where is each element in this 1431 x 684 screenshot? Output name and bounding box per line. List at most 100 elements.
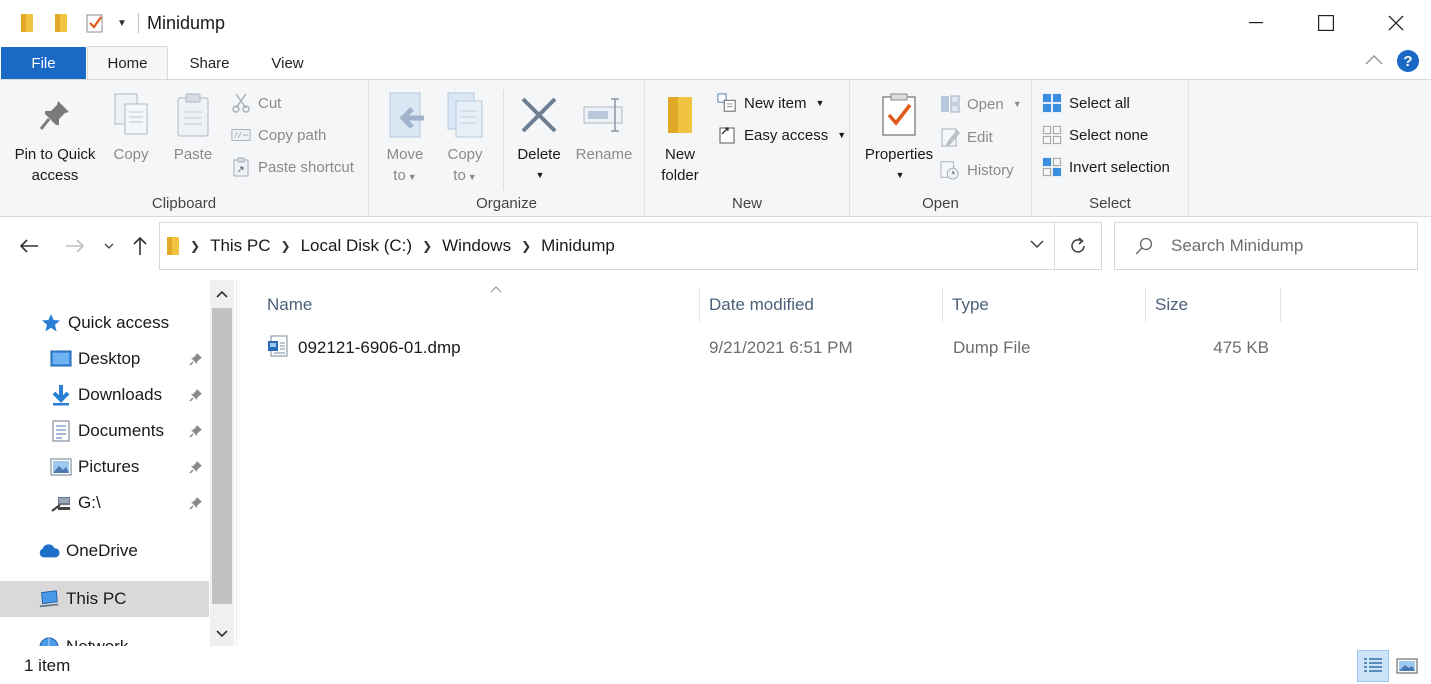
nav-documents[interactable]: Documents <box>0 413 209 449</box>
pin-icon[interactable] <box>189 351 203 371</box>
new-folder-button[interactable]: New folder <box>655 86 705 186</box>
select-all-label: Select all <box>1069 94 1130 112</box>
customize-toolbar-dropdown[interactable]: ▼ <box>112 0 132 46</box>
new-folder-label-1: New <box>664 146 695 163</box>
new-folder-label-2: folder <box>661 167 699 184</box>
nav-onedrive[interactable]: OneDrive <box>0 533 209 569</box>
search-box[interactable]: Search Minidump <box>1114 222 1418 270</box>
up-button[interactable] <box>125 231 155 261</box>
scroll-down-button[interactable] <box>210 622 234 646</box>
network-icon <box>38 636 60 646</box>
cloud-icon <box>38 540 60 562</box>
file-list: Name Date modified Type Size 092121-6906… <box>238 280 1431 646</box>
navigation-bar: ❯ This PC ❯ Local Disk (C:) ❯ Windows ❯ … <box>0 218 1431 278</box>
easy-access-button[interactable]: Easy access ▼ <box>717 123 846 147</box>
forward-button[interactable] <box>60 231 90 261</box>
column-header-date[interactable]: Date modified <box>700 288 943 322</box>
large-icons-view-button[interactable] <box>1391 650 1423 682</box>
organize-group-label: Organize <box>476 195 537 212</box>
pin-icon[interactable] <box>189 423 203 443</box>
edit-button[interactable]: Edit <box>940 125 993 149</box>
chevron-right-icon[interactable]: ❯ <box>186 239 204 253</box>
delete-button[interactable]: Delete ▼ <box>511 86 567 186</box>
refresh-button[interactable] <box>1054 222 1102 270</box>
chevron-right-icon[interactable]: ❯ <box>277 239 295 253</box>
breadcrumb-minidump[interactable]: Minidump <box>535 236 621 256</box>
chevron-down-icon: ▼ <box>535 170 545 180</box>
file-row[interactable]: 092121-6906-01.dmp 9/21/2021 6:51 PM Dum… <box>265 330 1280 366</box>
document-icon <box>50 420 72 442</box>
maximize-button[interactable] <box>1291 0 1361 46</box>
file-type: Dump File <box>953 338 1031 357</box>
tab-share[interactable]: Share <box>168 47 251 80</box>
rename-button[interactable]: Rename <box>572 86 636 165</box>
details-view-button[interactable] <box>1357 650 1389 682</box>
paste-button[interactable]: Paste <box>166 86 220 165</box>
tab-home[interactable]: Home <box>87 46 168 80</box>
pin-icon[interactable] <box>189 387 203 407</box>
new-folder-quick-button[interactable] <box>44 0 78 46</box>
folder-icon <box>10 0 44 46</box>
pin-label-2: access <box>31 167 79 184</box>
close-button[interactable] <box>1361 0 1431 46</box>
move-to-button[interactable]: Move to ▼ <box>379 86 431 188</box>
minimize-button[interactable] <box>1221 0 1291 46</box>
pin-to-quick-access-button[interactable]: Pin to Quick access <box>8 86 102 186</box>
back-button[interactable] <box>14 231 44 261</box>
cut-button[interactable]: Cut <box>231 91 281 115</box>
chevron-right-icon[interactable]: ❯ <box>517 239 535 253</box>
download-icon <box>50 384 72 406</box>
nav-pictures[interactable]: Pictures <box>0 449 209 485</box>
nav-desktop[interactable]: Desktop <box>0 341 209 377</box>
nav-downloads[interactable]: Downloads <box>0 377 209 413</box>
breadcrumb-local-disk[interactable]: Local Disk (C:) <box>295 236 418 256</box>
nav-pane-scrollbar[interactable] <box>210 280 234 646</box>
chevron-down-icon: ▼ <box>895 170 905 180</box>
history-button[interactable]: History <box>940 158 1014 182</box>
scrollbar-thumb[interactable] <box>212 308 232 604</box>
new-item-icon <box>717 93 737 113</box>
scroll-up-button[interactable] <box>210 282 234 306</box>
open-group: Properties ▼ Open ▼ Edit History Open <box>850 80 1032 216</box>
pin-icon[interactable] <box>189 495 203 515</box>
open-button[interactable]: Open ▼ <box>940 92 1022 116</box>
column-header-size[interactable]: Size <box>1146 288 1281 322</box>
navigation-pane: Quick access Desktop Downloads Documents… <box>0 280 237 646</box>
paste-shortcut-button[interactable]: Paste shortcut <box>231 155 354 179</box>
copy-path-button[interactable]: Copy path <box>231 123 326 147</box>
new-item-button[interactable]: New item ▼ <box>717 91 824 115</box>
nav-g-drive[interactable]: G:\ <box>0 485 209 521</box>
nav-network[interactable]: Network <box>0 629 209 646</box>
tab-file[interactable]: File <box>1 47 86 80</box>
chevron-down-icon: ▼ <box>467 172 477 182</box>
properties-quick-button[interactable] <box>78 0 112 46</box>
item-count: 1 item <box>24 656 71 675</box>
breadcrumb-this-pc[interactable]: This PC <box>204 236 276 256</box>
rename-icon <box>582 86 626 144</box>
arrow-left-icon <box>19 239 38 253</box>
help-button[interactable]: ? <box>1397 50 1419 72</box>
select-all-icon <box>1042 93 1062 113</box>
address-bar[interactable]: ❯ This PC ❯ Local Disk (C:) ❯ Windows ❯ … <box>159 222 1055 270</box>
invert-selection-button[interactable]: Invert selection <box>1042 155 1170 179</box>
copy-button[interactable]: Copy <box>104 86 158 165</box>
chevron-down-icon: ▼ <box>407 172 417 182</box>
breadcrumb-windows[interactable]: Windows <box>436 236 517 256</box>
select-all-button[interactable]: Select all <box>1042 91 1130 115</box>
pin-icon[interactable] <box>189 459 203 479</box>
recent-locations-button[interactable] <box>95 231 123 261</box>
address-history-dropdown[interactable] <box>1030 237 1044 251</box>
chevron-right-icon[interactable]: ❯ <box>418 239 436 253</box>
column-header-type[interactable]: Type <box>943 288 1146 322</box>
collapse-ribbon-button[interactable] <box>1365 52 1383 70</box>
nav-quick-access[interactable]: Quick access <box>0 305 209 341</box>
tab-view[interactable]: View <box>251 47 324 80</box>
select-none-button[interactable]: Select none <box>1042 123 1148 147</box>
clipboard-group-label: Clipboard <box>151 195 217 212</box>
nav-documents-label: Documents <box>78 421 164 440</box>
move-to-label-2-wrap: to ▼ <box>393 165 416 188</box>
nav-this-pc[interactable]: This PC <box>0 581 209 617</box>
properties-button[interactable]: Properties ▼ <box>856 86 942 186</box>
column-header-name[interactable]: Name <box>258 286 700 322</box>
copy-to-button[interactable]: Copy to ▼ <box>439 86 491 188</box>
